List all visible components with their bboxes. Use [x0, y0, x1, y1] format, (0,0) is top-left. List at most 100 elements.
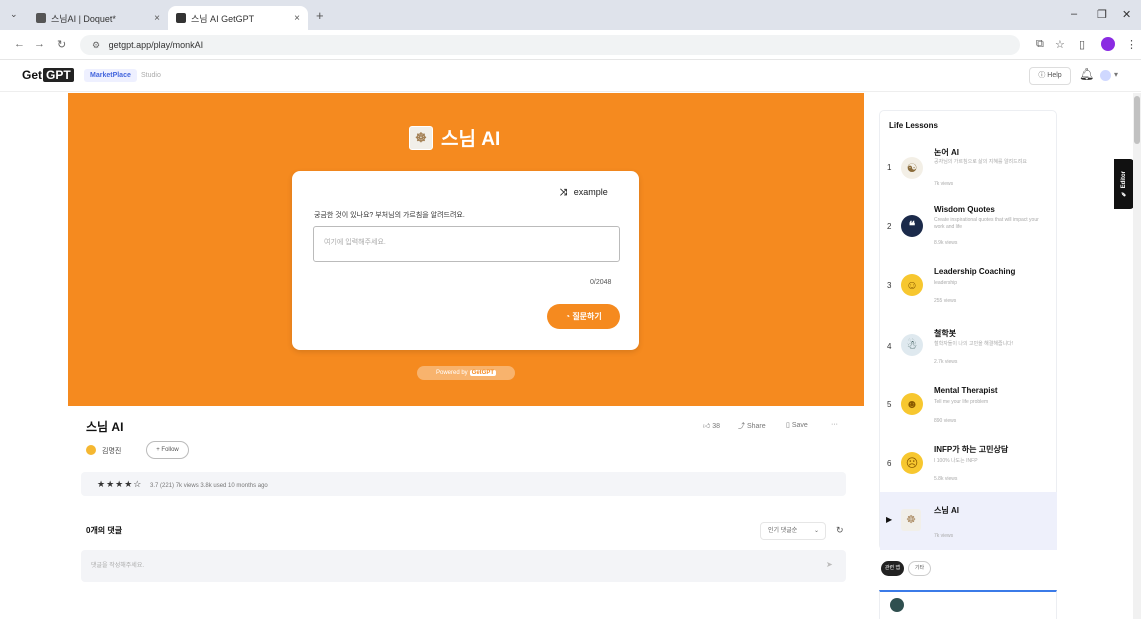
stats-text: 3.7 (221) 7k views 3.8k used 10 months a…	[150, 483, 268, 489]
app-stats-bar: ★★★★☆ 3.7 (221) 7k views 3.8k used 10 mo…	[81, 472, 846, 496]
example-button[interactable]: ⤨ example	[560, 187, 608, 198]
item-number: 5	[887, 400, 892, 409]
close-tab-icon[interactable]: ×	[154, 13, 160, 24]
chip-other[interactable]: 기타	[908, 561, 931, 576]
browser-tab-bar: ⌄ 스님AI | Doquet* × 스님 AI GetGPT × + – ❐ …	[0, 0, 1141, 30]
sidebar-item-infp-counsel[interactable]: 6 ☹ INFP가 하는 고민상담 I 100% 나도는 INFP 5.8k v…	[879, 438, 1057, 490]
comment-sort-select[interactable]: 인기 댓글순 ⌄	[760, 522, 826, 540]
tab-label: 스님 AI GetGPT	[191, 13, 255, 24]
rating-stars: ★★★★☆	[97, 479, 143, 489]
quote-icon: ❝	[901, 215, 923, 237]
share-icon: ⤴	[738, 423, 745, 430]
app-name: 스님 AI	[86, 420, 124, 434]
user-avatar[interactable]	[1100, 70, 1111, 81]
item-desc: I 100% 나도는 INFP	[934, 458, 978, 464]
sidebar-item-mental-therapist[interactable]: 5 ☻ Mental Therapist Tell me your life p…	[879, 380, 1057, 435]
sidebar-title: Life Lessons	[889, 121, 938, 130]
help-button[interactable]: ⓘ Help	[1029, 67, 1071, 85]
pencil-icon: ✎	[1121, 190, 1127, 198]
url-text: getgpt.app/play/monkAI	[108, 40, 204, 50]
item-desc: 철학자들이 나의 고민을 해결해줍니다!	[934, 341, 1014, 347]
item-desc: Create inspirational quotes that will im…	[934, 217, 1039, 230]
bookmark-icon: ▯	[786, 422, 790, 429]
worried-emoji-icon: ☹	[901, 452, 923, 474]
side-panel-icon[interactable]: ▯	[1079, 38, 1085, 51]
restore-icon[interactable]: ❐	[1097, 8, 1107, 21]
item-title: Mental Therapist	[934, 386, 998, 395]
forward-icon[interactable]: →	[34, 38, 45, 50]
address-bar-row: ← → ↻ ⚙ getgpt.app/play/monkAI ⧉ ☆ ▯ ⋮	[0, 30, 1141, 60]
site-info-icon[interactable]: ⚙	[92, 40, 100, 50]
chevron-down-icon[interactable]: ▾	[1114, 70, 1118, 79]
save-button[interactable]: ▯ Save	[786, 421, 808, 429]
chip-related-apps[interactable]: 관련 앱	[881, 561, 904, 576]
editor-tab[interactable]: ✎ Editor	[1114, 159, 1134, 209]
item-title: 스님 AI	[934, 506, 959, 515]
more-options-button[interactable]: ···	[831, 421, 838, 428]
hero-title-text: 스님 AI	[441, 129, 501, 150]
bell-icon[interactable]: 🔔︎	[1079, 67, 1094, 81]
getgpt-logo[interactable]: Get GPT	[22, 68, 74, 82]
item-desc: leadership	[934, 280, 958, 286]
hero-title: ☸ 스님 AI	[409, 124, 500, 151]
new-tab-icon[interactable]: +	[316, 8, 324, 23]
item-desc: Tell me your life problem	[934, 399, 989, 405]
getgpt-favicon-icon	[176, 13, 186, 23]
window-close-icon[interactable]: ✕	[1122, 8, 1131, 21]
sort-label: 인기 댓글순	[768, 528, 798, 534]
item-number: 3	[887, 281, 892, 290]
nav-marketplace[interactable]: MarketPlace	[84, 69, 137, 82]
item-views: 7k views	[934, 181, 954, 187]
item-views: 890 views	[934, 418, 957, 424]
like-button[interactable]: 👍︎ 38	[703, 421, 720, 430]
powered-by-badge[interactable]: Powered by GetGPT	[417, 366, 515, 380]
logo-badge: GPT	[43, 68, 74, 82]
help-icon: ⓘ	[1038, 72, 1046, 79]
tab-search-icon[interactable]: ⌄	[10, 9, 18, 20]
follow-button[interactable]: + Follow	[146, 441, 189, 459]
item-number: 4	[887, 342, 892, 351]
confucius-icon: ☯	[901, 157, 923, 179]
browser-tab-monkai[interactable]: 스님 AI GetGPT ×	[168, 6, 308, 30]
save-label: Save	[791, 422, 808, 429]
author-avatar[interactable]	[86, 445, 96, 455]
prompt-label: 궁금한 것이 있나요? 부처님의 가르침을 알려드려요.	[314, 212, 465, 219]
page-scrollbar[interactable]	[1133, 93, 1141, 619]
item-title: Wisdom Quotes	[934, 205, 995, 214]
nav-studio[interactable]: Studio	[141, 72, 161, 79]
grin-emoji-icon: ☻	[901, 393, 923, 415]
url-field[interactable]: ⚙ getgpt.app/play/monkAI	[80, 35, 1020, 55]
browser-menu-icon[interactable]: ⋮	[1126, 38, 1137, 51]
item-number: 2	[887, 222, 892, 231]
scrollbar-thumb[interactable]	[1134, 96, 1140, 144]
browser-tab-doquet[interactable]: 스님AI | Doquet* ×	[28, 6, 168, 30]
author-name[interactable]: 김명진	[102, 446, 121, 456]
minimize-icon[interactable]: –	[1071, 8, 1077, 20]
powered-by-prefix: Powered by	[435, 370, 468, 376]
send-comment-icon[interactable]: ➤	[826, 560, 833, 569]
tab-label: 스님AI | Doquet*	[51, 13, 116, 24]
like-count: 38	[712, 423, 721, 430]
related-app-card[interactable]	[879, 590, 1057, 619]
powered-by-brand: GetGPT	[469, 370, 497, 376]
submit-question-button[interactable]: ◔ 질문하기	[547, 304, 620, 329]
sidebar-item-leadership-coaching[interactable]: 3 ☺ Leadership Coaching leadership 255 v…	[879, 260, 1057, 315]
comment-input[interactable]: 댓글을 작성해주세요.	[81, 550, 846, 582]
share-button[interactable]: ⤴ Share	[738, 421, 766, 431]
sidebar-item-wisdom-quotes[interactable]: 2 ❝ Wisdom Quotes Create inspirational q…	[879, 200, 1057, 255]
sidebar-item-nonoai[interactable]: 1 ☯ 논어 AI 공자님의 가르침으로 삶의 지혜를 알려드려요 7k vie…	[879, 143, 1057, 193]
bookmark-star-icon[interactable]: ☆	[1055, 38, 1065, 51]
app-thumbnail	[890, 598, 904, 612]
back-icon[interactable]: ←	[14, 38, 25, 50]
share-page-icon[interactable]: ⧉	[1036, 38, 1044, 51]
item-views: 255 views	[934, 298, 957, 304]
sidebar-item-philosophy-bot[interactable]: 4 ☃ 철학봇 철학자들이 나의 고민을 해결해줍니다! 2.7k views	[879, 320, 1057, 375]
close-tab-icon[interactable]: ×	[294, 13, 300, 24]
philosopher-icon: ☃	[901, 334, 923, 356]
profile-avatar[interactable]	[1101, 37, 1115, 51]
question-input[interactable]: 여기에 입력해주세요.	[313, 226, 620, 262]
refresh-icon[interactable]: ↻	[836, 525, 844, 536]
sidebar-item-current[interactable]: ▶ ☸ 스님 AI 7k views	[880, 492, 1057, 550]
item-number: 1	[887, 163, 892, 172]
reload-icon[interactable]: ↻	[57, 38, 66, 51]
